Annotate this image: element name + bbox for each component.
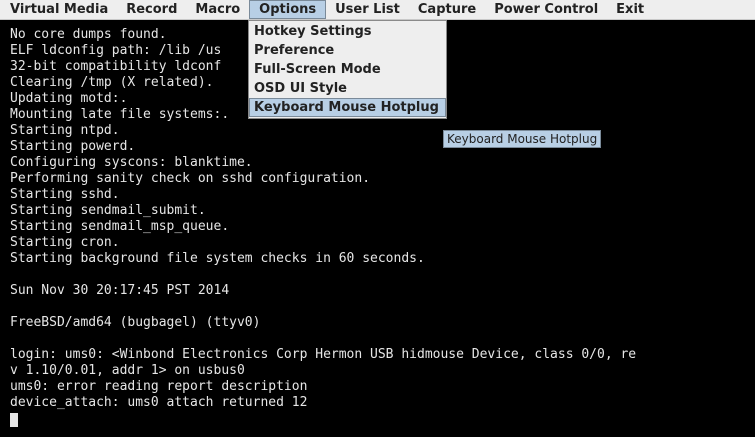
console-line: v 1.10/0.01, addr 1> on usbus0: [10, 363, 245, 378]
console-line: Starting sshd.: [10, 187, 120, 202]
menu-options[interactable]: Options: [249, 0, 327, 19]
console-line: Starting cron.: [10, 235, 120, 250]
console-line: ums0: error reading report description: [10, 379, 308, 394]
menu-power-control[interactable]: Power Control: [485, 0, 607, 19]
text-cursor: [10, 413, 18, 427]
console-line: Starting sendmail_msp_queue.: [10, 219, 230, 234]
console-line: Performing sanity check on sshd configur…: [10, 171, 371, 186]
tooltip: Keyboard Mouse Hotplug: [443, 130, 602, 148]
menu-user-list[interactable]: User List: [326, 0, 409, 19]
menu-record[interactable]: Record: [117, 0, 186, 19]
menu-item-preference[interactable]: Preference: [249, 41, 446, 60]
menu-item-keyboard-mouse-hotplug[interactable]: Keyboard Mouse Hotplug: [249, 98, 446, 117]
menu-bar: Virtual Media Record Macro Options User …: [0, 0, 755, 20]
console-cursor-line: [10, 411, 755, 427]
menu-capture[interactable]: Capture: [409, 0, 485, 19]
menu-item-osd-ui-style[interactable]: OSD UI Style: [249, 79, 446, 98]
console-line: Configuring syscons: blanktime.: [10, 155, 253, 170]
menu-exit[interactable]: Exit: [607, 0, 653, 19]
console-line: Sun Nov 30 20:17:45 PST 2014: [10, 283, 230, 298]
menu-macro[interactable]: Macro: [186, 0, 249, 19]
console-line: FreeBSD/amd64 (bugbagel) (ttyv0): [10, 315, 261, 330]
console-line: Starting sendmail_submit.: [10, 203, 206, 218]
menu-item-full-screen-mode[interactable]: Full-Screen Mode: [249, 60, 446, 79]
menu-item-hotkey-settings[interactable]: Hotkey Settings: [249, 22, 446, 41]
console-line: Starting background file system checks i…: [10, 251, 425, 266]
console-line: Starting powerd.: [10, 139, 136, 154]
options-dropdown-menu: Hotkey Settings Preference Full-Screen M…: [248, 20, 447, 119]
console-line: login: ums0: <Winbond Electronics Corp H…: [10, 347, 637, 362]
console-line: Starting ntpd.: [10, 123, 120, 138]
console-line: device_attach: ums0 attach returned 12: [10, 395, 308, 410]
menu-virtual-media[interactable]: Virtual Media: [0, 0, 117, 19]
